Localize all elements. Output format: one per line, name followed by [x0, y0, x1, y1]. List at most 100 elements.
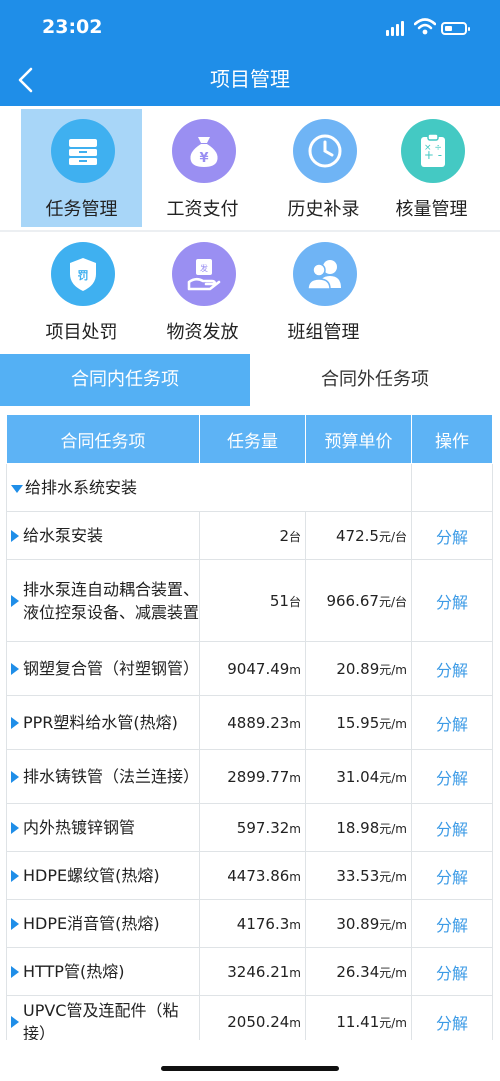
- penalty-shield-icon: 罚: [51, 242, 115, 306]
- decompose-button[interactable]: 分解: [411, 899, 493, 948]
- page-title: 项目管理: [210, 67, 290, 91]
- quantity-cell: 4473.86m: [199, 851, 306, 900]
- money-bag-icon: ¥: [172, 119, 236, 183]
- table-row[interactable]: 排水铸铁管（法兰连接） 2899.77m 31.04元/m 分解: [6, 749, 493, 804]
- price-unit: 元/m: [379, 662, 407, 677]
- svg-text:× ÷: × ÷: [424, 143, 442, 153]
- grid-item-project-penalty[interactable]: 罚 项目处罚: [21, 232, 142, 350]
- cellular-signal-icon: [386, 20, 408, 36]
- expand-right-icon[interactable]: [11, 965, 19, 978]
- task-name-cell: 排水泵连自动耦合装置、液位控泵设备、减震装置: [6, 559, 200, 642]
- table-row[interactable]: HDPE消音管(热熔) 4176.3m 30.89元/m 分解: [6, 899, 493, 948]
- table-row[interactable]: 内外热镀锌钢管 597.32m 18.98元/m 分解: [6, 803, 493, 852]
- svg-text:罚: 罚: [78, 269, 89, 282]
- quantity-unit: m: [289, 1015, 301, 1030]
- quantity-unit: m: [289, 869, 301, 884]
- task-name-cell: PPR塑料给水管(热熔): [6, 695, 200, 750]
- task-name-cell: 内外热镀锌钢管: [6, 803, 200, 852]
- expand-right-icon[interactable]: [11, 529, 19, 542]
- quantity-value: 597.32: [236, 818, 290, 837]
- grid-item-task-management[interactable]: 任务管理: [21, 109, 142, 227]
- task-name: HDPE螺纹管(热熔): [23, 866, 160, 885]
- price-unit: 元/m: [379, 1015, 407, 1030]
- task-name-cell: 排水铸铁管（法兰连接）: [6, 749, 200, 804]
- decompose-button[interactable]: 分解: [411, 695, 493, 750]
- price-unit: 元/m: [379, 965, 407, 980]
- expand-right-icon[interactable]: [11, 869, 19, 882]
- decompose-button[interactable]: 分解: [411, 749, 493, 804]
- table-row[interactable]: HDPE螺纹管(热熔) 4473.86m 33.53元/m 分解: [6, 851, 493, 900]
- price-cell: 15.95元/m: [305, 695, 412, 750]
- task-name: 内外热镀锌钢管: [23, 818, 136, 837]
- price-unit: 元/m: [379, 770, 407, 785]
- tab-contract-inside[interactable]: 合同内任务项: [0, 354, 250, 406]
- quantity-unit: m: [289, 965, 301, 980]
- decompose-button[interactable]: 分解: [411, 851, 493, 900]
- function-grid-row-1: 任务管理 ¥ 工资支付 历史补录 + - × ÷ 核量管理: [8, 106, 492, 230]
- wifi-icon: [414, 18, 436, 35]
- table-row[interactable]: 钢塑复合管（衬塑钢管） 9047.49m 20.89元/m 分解: [6, 641, 493, 696]
- quantity-value: 2: [279, 526, 289, 545]
- task-name: PPR塑料给水管(热熔): [23, 713, 178, 732]
- quantity-unit: m: [289, 662, 301, 677]
- price-value: 26.34: [336, 962, 380, 981]
- price-value: 30.89: [336, 914, 380, 933]
- grid-item-history-record[interactable]: 历史补录: [263, 109, 384, 227]
- group-cell: 给排水系统安装: [6, 463, 412, 512]
- clock-icon: [293, 119, 357, 183]
- decompose-button[interactable]: 分解: [411, 559, 493, 642]
- expand-right-icon[interactable]: [11, 821, 19, 834]
- grid-item-wage-payment[interactable]: ¥ 工资支付: [142, 109, 263, 227]
- table-header-row: 合同任务项 任务量 预算单价 操作: [6, 414, 493, 464]
- task-name-cell: HTTP管(热熔): [6, 947, 200, 996]
- quantity-value: 4889.23: [227, 713, 290, 732]
- price-unit: 元/m: [379, 917, 407, 932]
- column-header: 任务量: [199, 414, 306, 464]
- grid-item-label: 核量管理: [395, 199, 468, 220]
- column-header: 预算单价: [305, 414, 412, 464]
- task-table: 合同任务项 任务量 预算单价 操作 给排水系统安装 给水泵安装 2台 472.5元/台…: [6, 414, 493, 1048]
- quantity-cell: 51台: [199, 559, 306, 642]
- expand-right-icon[interactable]: [11, 917, 19, 930]
- price-value: 966.67: [326, 591, 379, 610]
- svg-text:¥: ¥: [199, 151, 208, 166]
- expand-right-icon[interactable]: [11, 662, 19, 675]
- price-unit: 元/m: [379, 821, 407, 836]
- function-grid-row-2: 罚 项目处罚 发 物资发放 班组管理: [8, 232, 492, 352]
- price-value: 18.98: [336, 818, 380, 837]
- decompose-button[interactable]: 分解: [411, 803, 493, 852]
- grid-item-label: 班组管理: [287, 322, 360, 343]
- svg-text:发: 发: [200, 263, 208, 273]
- task-tabs: 合同内任务项 合同外任务项: [0, 354, 500, 406]
- quantity-cell: 2899.77m: [199, 749, 306, 804]
- quantity-unit: m: [289, 821, 301, 836]
- team-icon: [293, 242, 357, 306]
- table-row[interactable]: 给水泵安装 2台 472.5元/台 分解: [6, 511, 493, 560]
- group-empty-cell: [411, 463, 493, 512]
- home-indicator: [161, 1066, 339, 1071]
- task-name-cell: 钢塑复合管（衬塑钢管）: [6, 641, 200, 696]
- price-cell: 966.67元/台: [305, 559, 412, 642]
- decompose-button[interactable]: 分解: [411, 947, 493, 996]
- tab-contract-outside[interactable]: 合同外任务项: [250, 354, 500, 406]
- task-name: 排水铸铁管（法兰连接）: [23, 767, 200, 786]
- grid-item-material-issue[interactable]: 发 物资发放: [142, 232, 263, 350]
- expand-right-icon[interactable]: [11, 1015, 19, 1028]
- material-hand-icon: 发: [172, 242, 236, 306]
- battery-icon: [441, 22, 470, 35]
- group-row[interactable]: 给排水系统安装: [6, 463, 493, 512]
- table-row[interactable]: PPR塑料给水管(热熔) 4889.23m 15.95元/m 分解: [6, 695, 493, 750]
- quantity-unit: 台: [288, 594, 301, 609]
- table-row[interactable]: 排水泵连自动耦合装置、液位控泵设备、减震装置 51台 966.67元/台 分解: [6, 559, 493, 642]
- expand-down-icon: [11, 484, 23, 493]
- decompose-button[interactable]: 分解: [411, 641, 493, 696]
- table-row[interactable]: HTTP管(热熔) 3246.21m 26.34元/m 分解: [6, 947, 493, 996]
- expand-right-icon[interactable]: [11, 770, 19, 783]
- price-value: 472.5: [336, 526, 379, 545]
- grid-item-team-management[interactable]: 班组管理: [263, 232, 384, 350]
- expand-right-icon[interactable]: [11, 716, 19, 729]
- task-name-cell: 给水泵安装: [6, 511, 200, 560]
- grid-item-quantity-check[interactable]: + - × ÷ 核量管理: [371, 109, 492, 227]
- decompose-button[interactable]: 分解: [411, 511, 493, 560]
- expand-right-icon[interactable]: [11, 594, 19, 607]
